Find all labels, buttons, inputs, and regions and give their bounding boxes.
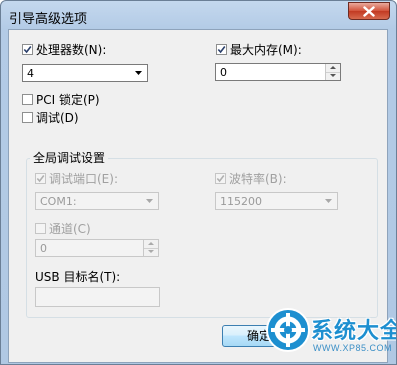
channel-value: 0 — [40, 242, 47, 255]
chevron-down-icon — [325, 199, 332, 203]
baud-rate-combo[interactable]: 115200 — [215, 192, 338, 210]
baud-rate-value: 115200 — [220, 195, 262, 208]
debug-label: 调试(D) — [36, 111, 79, 125]
check-icon — [23, 46, 32, 54]
processors-value: 4 — [27, 67, 34, 80]
arrow-up-icon — [330, 66, 336, 69]
max-memory-label: 最大内存(M): — [230, 43, 302, 57]
usb-target-input[interactable] — [35, 287, 160, 307]
debug-port-checkbox[interactable] — [35, 173, 46, 184]
chevron-down-icon — [135, 71, 142, 75]
baud-rate-label: 波特率(B): — [229, 172, 287, 186]
processors-label: 处理器数(N): — [36, 43, 107, 57]
debug-port-combo[interactable]: COM1: — [35, 192, 159, 210]
channel-label: 通道(C) — [49, 222, 91, 236]
chevron-down-icon — [146, 199, 153, 203]
check-icon — [217, 46, 226, 54]
pci-lock-label: PCI 锁定(P) — [36, 93, 100, 107]
pci-lock-checkbox[interactable] — [22, 94, 33, 105]
window-title: 引导高级选项 — [9, 12, 88, 27]
max-memory-checkbox[interactable] — [216, 44, 227, 55]
arrow-down-icon — [148, 250, 154, 253]
close-button[interactable] — [348, 2, 390, 20]
check-icon — [216, 175, 225, 183]
check-icon — [36, 175, 45, 183]
channel-checkbox[interactable] — [35, 223, 46, 234]
processors-checkbox[interactable] — [22, 44, 33, 55]
spin-down-button[interactable] — [144, 248, 158, 256]
debug-port-value: COM1: — [40, 195, 77, 208]
watermark-url: WWW.XP85.COM — [313, 343, 393, 353]
watermark-logo-icon — [266, 308, 310, 352]
processors-combo[interactable]: 4 — [22, 64, 148, 82]
max-memory-spin-buttons — [325, 64, 340, 80]
max-memory-value: 0 — [220, 66, 227, 79]
debug-checkbox[interactable] — [22, 112, 33, 123]
arrow-down-icon — [330, 74, 336, 77]
watermark-text: 系统大全 — [311, 319, 397, 344]
dialog-window: 引导高级选项 处理器数(N): 4 最大内存(M): 0 PCI 锁定(P) 调… — [0, 0, 397, 365]
usb-target-label: USB 目标名(T): — [35, 270, 121, 284]
debug-port-label: 调试端口(E): — [49, 172, 118, 186]
watermark: 系统大全 WWW.XP85.COM — [263, 301, 397, 364]
arrow-up-icon — [148, 242, 154, 245]
baud-rate-checkbox[interactable] — [215, 173, 226, 184]
spin-down-button[interactable] — [326, 72, 340, 80]
channel-spin-buttons — [143, 240, 158, 256]
close-icon — [363, 6, 375, 17]
max-memory-spinbox[interactable]: 0 — [215, 63, 341, 81]
channel-spinbox[interactable]: 0 — [35, 239, 159, 257]
global-debug-group-title: 全局调试设置 — [30, 151, 109, 165]
